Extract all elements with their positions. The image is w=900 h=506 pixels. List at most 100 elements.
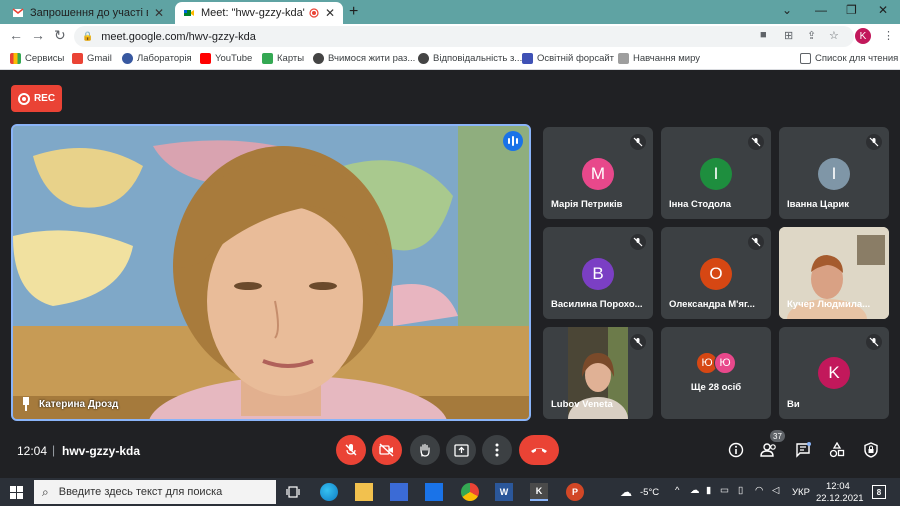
chrome-profile-icon[interactable]: K [530, 483, 548, 501]
main-speaker-name: Катерина Дрозд [21, 397, 118, 411]
more-participants-tile[interactable]: Ю Ю Ще 28 осіб [661, 327, 771, 419]
mic-off-icon [630, 234, 646, 250]
share-icon[interactable]: ⇪ [807, 29, 816, 42]
bookmark-site-1[interactable]: Вчимося жити раз... [313, 53, 415, 64]
more-options-button[interactable] [482, 435, 512, 465]
browser-toolbar: ← → ↻ 🔒 meet.google.com/hwv-gzzy-kda ■ ⊞… [0, 24, 900, 48]
bookmark-gmail[interactable]: Gmail [72, 53, 112, 64]
reading-list-label: Список для чтения [815, 53, 899, 64]
participant-avatar: M [582, 158, 614, 190]
maps-icon [262, 53, 273, 64]
bookmark-label: Навчання миру [633, 53, 701, 64]
profile-avatar[interactable]: K [855, 28, 871, 44]
edge-icon[interactable] [320, 483, 338, 501]
file-explorer-icon[interactable] [355, 483, 373, 501]
lock-icon: 🔒 [82, 31, 94, 41]
task-view-icon[interactable] [284, 483, 302, 501]
tray-time[interactable]: 12:04 [826, 481, 850, 492]
windows-taskbar: ⌕ Введите здесь текст для поиска W K P ☁… [0, 478, 900, 506]
main-speaker-video[interactable]: Катерина Дрозд [11, 124, 531, 421]
restore-button[interactable]: ❐ [846, 3, 857, 17]
forward-arrow-icon[interactable]: → [31, 27, 45, 43]
new-tab-button[interactable]: + [349, 3, 358, 21]
bookmark-peace[interactable]: Навчання миру [618, 53, 700, 64]
bookmark-label: Відповідальність з... [433, 53, 523, 64]
bookmark-forms[interactable]: Освітній форсайт [522, 53, 614, 64]
bookmark-label: Лабораторія [137, 53, 192, 64]
display-icon: ▭ [720, 485, 729, 496]
participant-tile[interactable]: B Василина Порохо... [543, 227, 653, 319]
bookmark-maps[interactable]: Карты [262, 53, 304, 64]
menu-dots-icon[interactable]: ⋮ [883, 29, 894, 42]
bookmark-star-icon[interactable]: ☆ [829, 29, 839, 42]
recording-indicator-icon [309, 8, 319, 18]
reading-list[interactable]: Список для чтения [800, 53, 898, 64]
url-text: meet.google.com/hwv-gzzy-kda [101, 30, 256, 43]
bookmark-label: Освітній форсайт [537, 53, 615, 64]
bookmark-label: Вчимося жити раз... [328, 53, 416, 64]
word-icon[interactable]: W [495, 483, 513, 501]
mic-off-icon [748, 234, 764, 250]
close-tab-icon[interactable]: ✕ [154, 6, 164, 20]
close-window-button[interactable]: ✕ [878, 3, 888, 17]
chrome-icon[interactable] [461, 483, 479, 501]
present-button[interactable] [446, 435, 476, 465]
tab-search-icon[interactable]: ⌄ [782, 3, 792, 17]
tab-gmail[interactable]: Запрошення до участі в освітн ✕ [4, 2, 172, 24]
wordpress-icon [122, 53, 133, 64]
host-controls-button[interactable] [861, 440, 881, 460]
activities-button[interactable] [827, 440, 847, 460]
leave-call-button[interactable] [519, 435, 559, 465]
participant-tile[interactable]: I Інна Стодола [661, 127, 771, 219]
windows-start-icon[interactable] [10, 486, 23, 499]
taskbar-search-box[interactable]: ⌕ Введите здесь текст для поиска [34, 480, 276, 504]
rec-badge[interactable]: REC [11, 85, 62, 112]
back-arrow-icon[interactable]: ← [9, 27, 23, 43]
bookmark-site-2[interactable]: Відповідальність з... [418, 53, 522, 64]
pin-icon[interactable] [21, 397, 31, 411]
divider: | [52, 443, 56, 457]
participant-tile[interactable]: Кучер Людмила... [779, 227, 889, 319]
bookmark-apps[interactable]: Сервисы [10, 53, 64, 64]
address-bar[interactable]: 🔒 meet.google.com/hwv-gzzy-kda [74, 26, 854, 47]
search-icon: ⌕ [42, 484, 49, 499]
participant-tile[interactable]: O Олександра М'яг... [661, 227, 771, 319]
globe-icon [313, 53, 324, 64]
raise-hand-button[interactable] [410, 435, 440, 465]
minimize-button[interactable]: — [815, 3, 827, 17]
participant-name: Ви [787, 399, 800, 410]
bookmark-label: Gmail [87, 53, 112, 64]
rec-label: REC [33, 93, 56, 104]
input-language[interactable]: УКР [792, 487, 810, 498]
tab-meet[interactable]: Meet: "hwv-gzzy-kda" ✕ [175, 2, 343, 24]
store-icon[interactable] [390, 483, 408, 501]
record-icon [17, 92, 30, 105]
camera-toggle-button[interactable] [372, 435, 402, 465]
chat-button[interactable] [793, 440, 813, 460]
participant-tile[interactable]: I Іванна Царик [779, 127, 889, 219]
participant-tile[interactable]: Lubov Veneta [543, 327, 653, 419]
apps-icon [10, 53, 21, 64]
participant-avatar: B [582, 258, 614, 290]
mic-toggle-button[interactable] [336, 435, 366, 465]
self-tile[interactable]: K Ви [779, 327, 889, 419]
people-button[interactable] [759, 440, 779, 460]
meeting-details-button[interactable] [726, 440, 746, 460]
reload-icon[interactable]: ↻ [54, 27, 66, 44]
show-hidden-icons[interactable]: ^ [675, 485, 679, 496]
tray-date[interactable]: 22.12.2021 [816, 493, 864, 504]
translate-icon[interactable]: ⊞ [784, 29, 793, 42]
globe-icon [418, 53, 429, 64]
mic-off-icon [866, 334, 882, 350]
bookmark-youtube[interactable]: YouTube [200, 53, 252, 64]
close-tab-icon[interactable]: ✕ [325, 6, 335, 20]
participant-avatar: I [700, 158, 732, 190]
bookmark-laboratory[interactable]: Лабораторія [122, 53, 192, 64]
notifications-icon[interactable]: 8 [872, 485, 886, 499]
participant-tile[interactable]: M Марія Петриків [543, 127, 653, 219]
mail-icon[interactable] [425, 483, 443, 501]
powerpoint-icon[interactable]: P [566, 483, 584, 501]
wifi-icon: ◠ [755, 485, 764, 496]
camera-icon[interactable]: ■ [760, 29, 767, 41]
participant-name: Олександра М'яг... [669, 299, 755, 310]
